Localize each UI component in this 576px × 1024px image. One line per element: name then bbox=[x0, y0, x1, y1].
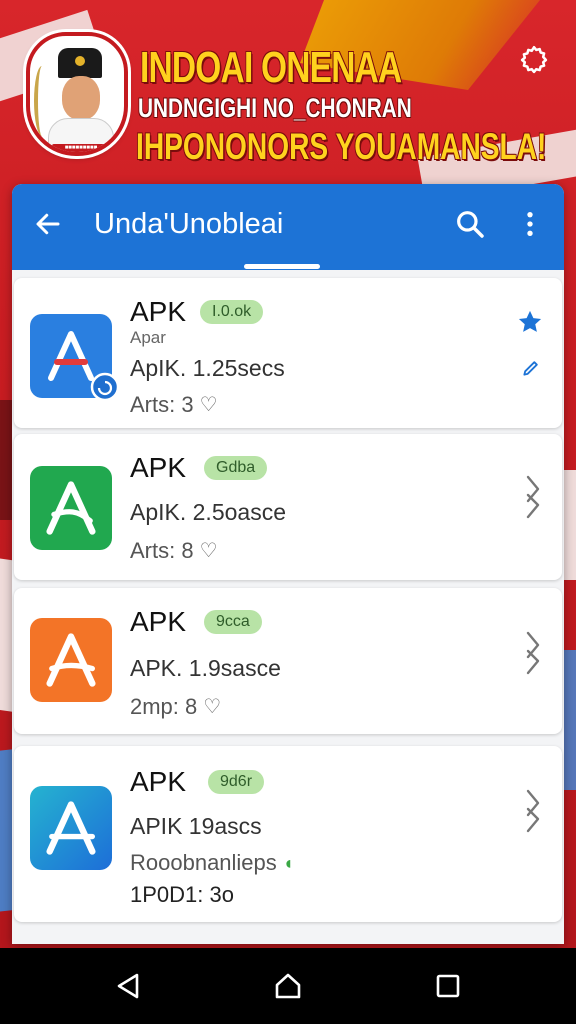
version-badge: 9cca bbox=[204, 610, 262, 634]
app-store-a-icon bbox=[46, 481, 96, 535]
settings-button[interactable] bbox=[514, 40, 554, 80]
emblem-caption: ■■■■■■■■■ bbox=[64, 145, 98, 151]
more-options-button[interactable] bbox=[512, 204, 548, 244]
nav-recents-button[interactable] bbox=[426, 966, 470, 1006]
app-icon bbox=[30, 786, 112, 870]
app-bar: Unda'Unobleai bbox=[12, 184, 564, 270]
app-name: APK bbox=[130, 296, 187, 327]
banner-title: INDOAI ONENAA bbox=[140, 43, 402, 92]
app-meta-text: 1P0D1: 3o bbox=[130, 882, 234, 907]
favorite-button[interactable] bbox=[514, 306, 546, 338]
app-meta-text: Arts: 3 bbox=[130, 392, 194, 417]
triangle-back-icon bbox=[117, 973, 139, 999]
app-name: APK bbox=[130, 452, 187, 483]
open-details-button[interactable] bbox=[518, 628, 548, 678]
heart-icon: ♡ bbox=[199, 540, 218, 562]
app-meta: Arts: 8 ♡ bbox=[130, 538, 218, 564]
app-size: ApIK. 1.25secs bbox=[130, 355, 285, 381]
nav-home-button[interactable] bbox=[266, 966, 310, 1006]
home-icon bbox=[275, 973, 301, 999]
search-icon bbox=[457, 211, 484, 238]
banner-subtitle: UNDNGIGHI NO_CHONRAN bbox=[138, 93, 412, 123]
app-window: Unda'Unobleai APK I.0.ok Apar ApIK. 1.25… bbox=[12, 184, 564, 944]
chevron-right-icon bbox=[526, 631, 540, 675]
app-meta: Arts: 3 ♡ bbox=[130, 392, 218, 418]
search-button[interactable] bbox=[450, 204, 490, 244]
version-badge: 9d6r bbox=[208, 770, 265, 794]
app-size: APK. 1.9sasce bbox=[130, 655, 281, 681]
app-size: APIK 19ascs bbox=[130, 813, 262, 839]
list-item[interactable]: APK I.0.ok Apar ApIK. 1.25secs Arts: 3 ♡ bbox=[14, 278, 562, 428]
edit-button[interactable] bbox=[517, 354, 545, 382]
app-name: APK bbox=[130, 606, 187, 637]
chevron-right-icon bbox=[526, 789, 540, 833]
app-meta-secondary: 1P0D1: 3o bbox=[130, 882, 234, 908]
list-item[interactable]: APK 9d6r APIK 19ascs Rooobnanlieps ◖ 1P0… bbox=[14, 746, 562, 922]
list-item[interactable]: APK Gdba ApIK. 2.5oasce Arts: 8 ♡ bbox=[14, 434, 562, 580]
back-button[interactable] bbox=[28, 204, 68, 244]
app-store-a-icon bbox=[46, 801, 96, 855]
banner-tagline: IHPONONORS YOUAMANSLA! bbox=[136, 126, 547, 167]
heart-icon: ♡ bbox=[203, 696, 222, 718]
open-details-button[interactable] bbox=[518, 472, 548, 522]
gear-icon bbox=[520, 45, 548, 74]
app-icon bbox=[30, 618, 112, 702]
emblem-logo: ■■■■■■■■■ bbox=[26, 32, 128, 156]
app-meta: 2mp: 8 ♡ bbox=[130, 694, 221, 720]
nav-back-button[interactable] bbox=[106, 966, 150, 1006]
open-details-button[interactable] bbox=[518, 786, 548, 836]
app-size: ApIK. 2.5oasce bbox=[130, 499, 286, 525]
app-meta-text: Arts: 8 bbox=[130, 538, 194, 563]
app-store-a-icon bbox=[46, 633, 96, 687]
badge-icon bbox=[90, 372, 120, 402]
version-badge: Gdba bbox=[204, 456, 268, 480]
page-title: Unda'Unobleai bbox=[94, 208, 284, 240]
app-icon bbox=[30, 314, 120, 402]
arrow-left-icon bbox=[36, 213, 60, 235]
more-vert-icon bbox=[527, 211, 533, 237]
app-name: APK bbox=[130, 766, 187, 797]
chevron-right-icon bbox=[526, 475, 540, 519]
pencil-icon bbox=[523, 361, 538, 376]
heart-icon: ♡ bbox=[199, 394, 218, 416]
version-badge: I.0.ok bbox=[200, 300, 264, 324]
star-icon bbox=[518, 310, 542, 332]
developer-name: Apar bbox=[130, 328, 166, 347]
system-navigation-bar bbox=[0, 948, 576, 1024]
app-meta-text: Rooobnanlieps bbox=[130, 850, 277, 875]
app-meta-text: 2mp: 8 bbox=[130, 694, 198, 719]
app-meta: Rooobnanlieps ◖ bbox=[130, 850, 294, 876]
tab-indicator bbox=[244, 264, 320, 269]
app-icon bbox=[30, 466, 112, 550]
shield-icon: ◖ bbox=[282, 853, 294, 873]
square-recents-icon bbox=[436, 974, 460, 998]
list-item[interactable]: APK 9cca APK. 1.9sasce 2mp: 8 ♡ bbox=[14, 588, 562, 734]
